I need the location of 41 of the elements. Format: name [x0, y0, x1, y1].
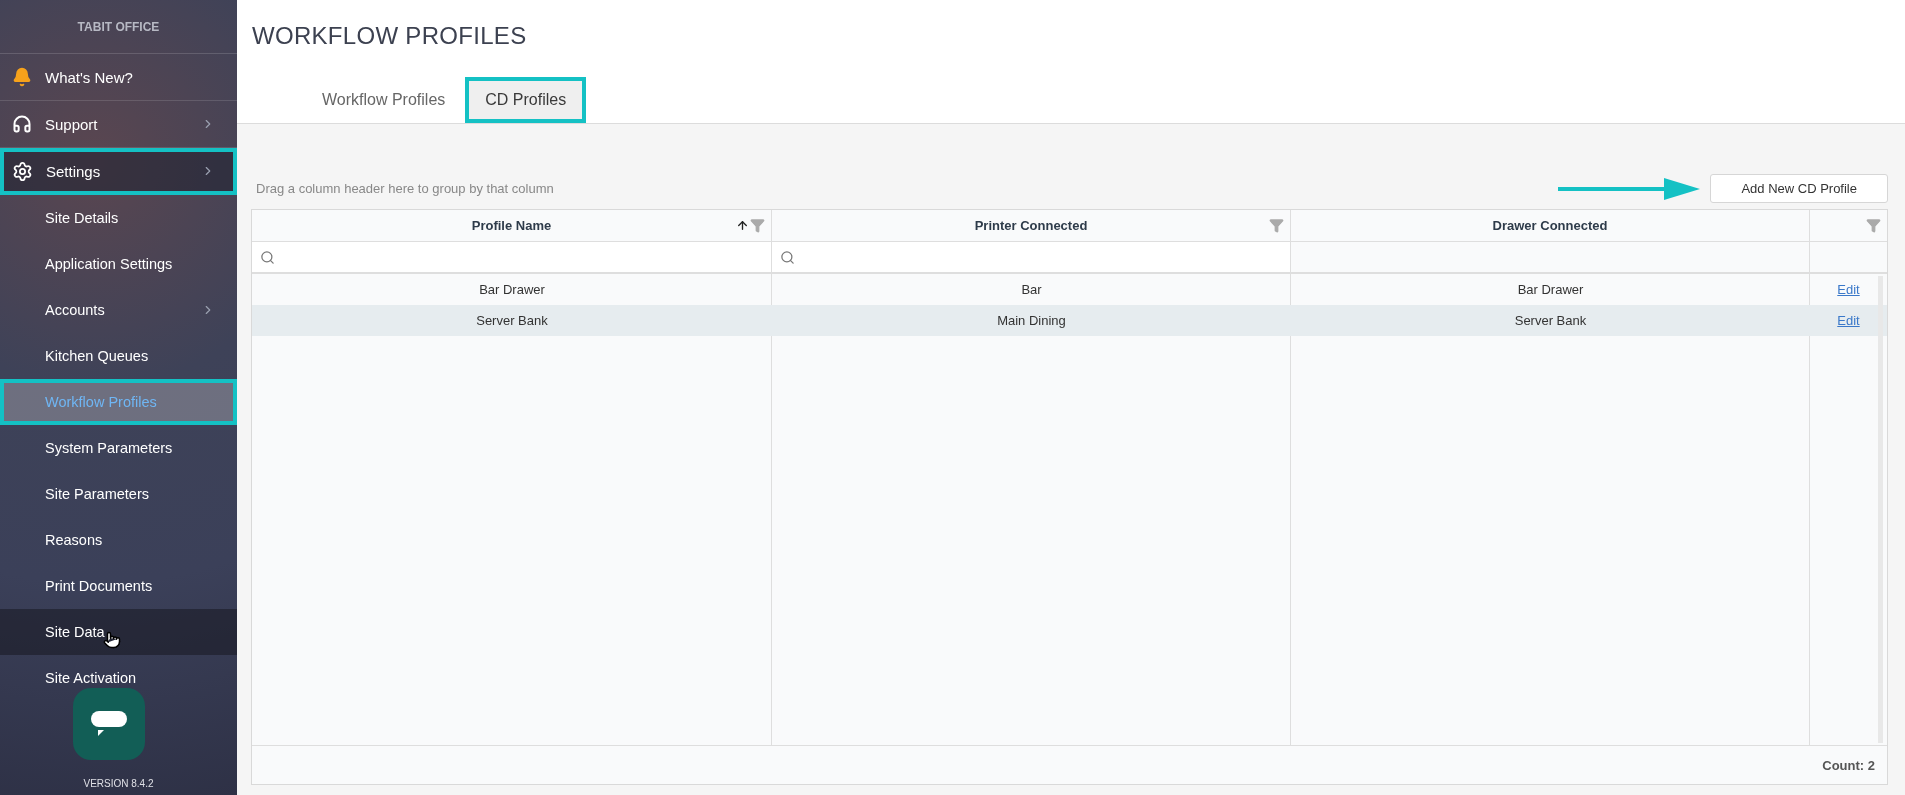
chat-button[interactable]: [73, 688, 145, 760]
search-icon: [780, 249, 795, 265]
headset-icon: [12, 114, 32, 134]
column-header[interactable]: Printer Connected: [772, 210, 1291, 241]
group-hint: Drag a column header here to group by that column: [256, 181, 554, 196]
sidebar-item[interactable]: System Parameters: [0, 425, 237, 471]
row-count: Count: 2: [1822, 757, 1875, 773]
sidebar-item[interactable]: Kitchen Queues: [0, 333, 237, 379]
filter-icon[interactable]: [1269, 218, 1284, 233]
column-header[interactable]: Profile Name: [252, 210, 772, 241]
page-title: WORKFLOW PROFILES: [252, 22, 528, 50]
table-cell-text: Bar Drawer: [478, 281, 546, 299]
sidebar-item[interactable]: Site Activation: [0, 655, 237, 701]
table-cell-text: Server Bank: [475, 312, 549, 330]
sidebar-item[interactable]: Print Documents: [0, 563, 237, 609]
column-header[interactable]: Drawer Connected: [1291, 210, 1810, 241]
add-profile-button[interactable]: Add New CD Profile: [1710, 174, 1888, 203]
sidebar-item[interactable]: Reasons: [0, 517, 237, 563]
sidebar-item[interactable]: Application Settings: [0, 241, 237, 287]
sidebar-item[interactable]: Site Data: [0, 609, 237, 655]
search-icon: [260, 249, 275, 265]
edit-link[interactable]: Edit: [1837, 282, 1860, 297]
hand-cursor-icon: [103, 631, 121, 649]
sidebar-item[interactable]: Settings: [0, 148, 237, 195]
table-cell-text: Main Dining: [996, 312, 1067, 330]
sidebar-item[interactable]: Site Details: [0, 195, 237, 241]
tab[interactable]: CD Profiles: [465, 77, 587, 123]
filter-icon[interactable]: [750, 218, 765, 233]
table-cell-text: Server Bank: [1513, 312, 1588, 330]
filter-icon[interactable]: [1866, 218, 1881, 233]
sidebar-item[interactable]: Site Parameters: [0, 471, 237, 517]
table-cell-text: Bar: [1020, 281, 1043, 299]
speech-bubble-icon: [90, 709, 128, 739]
bell-icon: [12, 67, 32, 87]
table-row[interactable]: Bar Drawer Bar Bar Drawer Edit: [252, 274, 1887, 305]
table-cell-text: Bar Drawer: [1516, 281, 1585, 299]
version-label: VERSION 8.4.2: [82, 778, 155, 789]
sidebar-item[interactable]: Accounts: [0, 287, 237, 333]
edit-link[interactable]: Edit: [1837, 313, 1860, 328]
settings-icon: [12, 160, 33, 182]
table-row[interactable]: Server Bank Main Dining Server Bank Edit: [252, 305, 1887, 336]
